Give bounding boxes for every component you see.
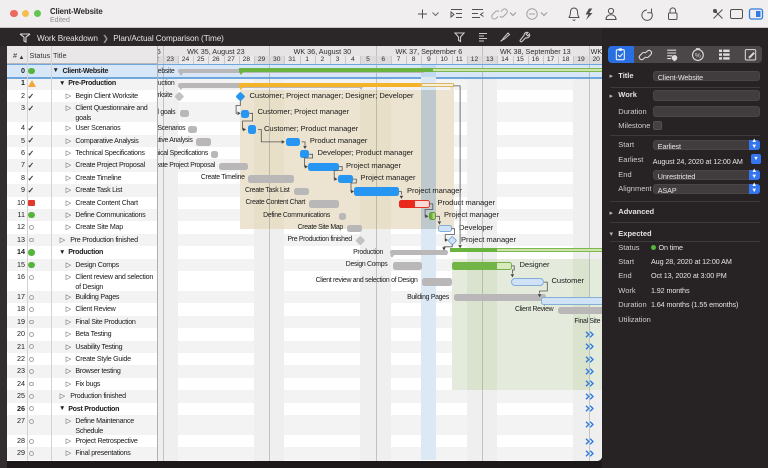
svg-text:$: $ — [673, 55, 676, 61]
svg-text:%: % — [695, 52, 701, 59]
